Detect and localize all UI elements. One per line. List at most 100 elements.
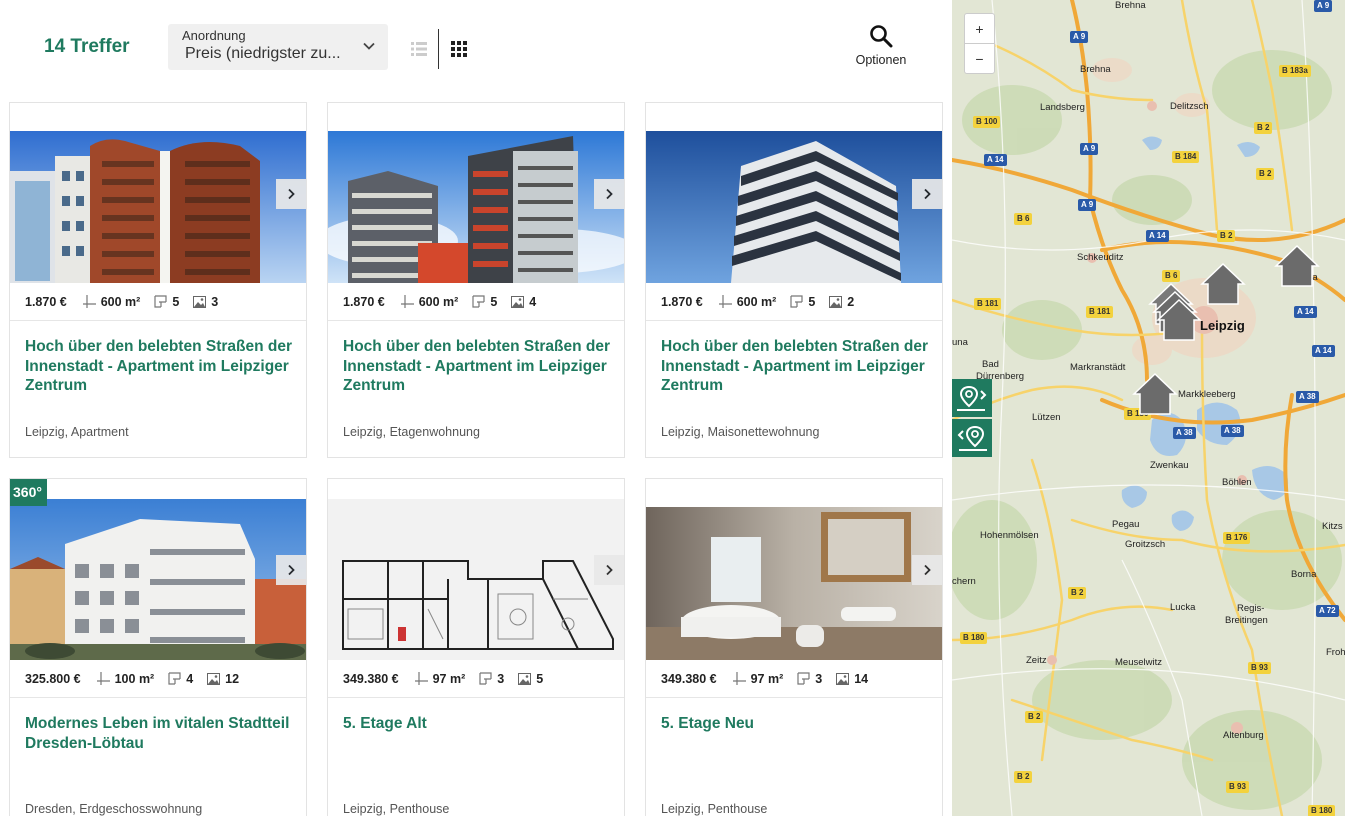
map-road-shield: A 9	[1314, 0, 1333, 12]
listing-photo[interactable]	[10, 499, 306, 660]
rooms-icon	[154, 295, 167, 308]
listing-photo[interactable]	[328, 131, 624, 283]
listing-city: Dresden	[25, 802, 73, 816]
next-image-button[interactable]	[276, 555, 306, 585]
listing-price: 1.870 €	[343, 294, 385, 309]
listing-photo[interactable]	[646, 131, 942, 283]
listing-facts: 325.800 € 100 m² 4 12	[10, 660, 306, 698]
map-expand-button[interactable]	[952, 379, 992, 417]
listing-title[interactable]: Hoch über den belebten Straßen der Innen…	[25, 337, 295, 396]
search-icon	[870, 25, 893, 48]
map-city-label: Altenburg	[1223, 730, 1264, 741]
view-toggle-divider	[438, 29, 439, 69]
listing-location: Leipzig, Maisonettewohnung	[661, 425, 820, 439]
listing-area: 600 m²	[418, 294, 459, 309]
bathroom-photo	[646, 507, 942, 660]
rooms-icon	[479, 672, 492, 685]
results-count: 14 Treffer	[44, 36, 130, 57]
map-road-shield: B 2	[1217, 230, 1236, 242]
listing-title[interactable]: 5. Etage Neu	[661, 714, 931, 734]
area-icon	[732, 672, 746, 685]
next-image-button[interactable]	[912, 555, 942, 585]
map-city-label: Leipzig	[1200, 318, 1245, 333]
map-city-label: Pegau	[1112, 519, 1140, 530]
listing-card[interactable]: 1.870 € 600 m² 5 4 Hoch über den belebte…	[327, 102, 625, 458]
listing-title[interactable]: Hoch über den belebten Straßen der Innen…	[661, 337, 931, 396]
image-count-icon	[518, 672, 532, 685]
area-icon	[400, 295, 414, 308]
map-zoom-control: + −	[964, 13, 995, 74]
map-city-label: Markranstädt	[1070, 362, 1126, 373]
listing-marker-icon[interactable]	[1132, 372, 1178, 416]
listing-photo[interactable]	[10, 131, 306, 283]
next-image-button[interactable]	[912, 179, 942, 209]
rooms-icon	[168, 672, 181, 685]
next-image-button[interactable]	[594, 179, 624, 209]
listing-type: Erdgeschosswohnung	[79, 802, 203, 816]
map-city-label: Zwenkau	[1150, 460, 1189, 471]
listing-location: Leipzig, Penthouse	[661, 802, 768, 816]
listing-type: Apartment	[70, 425, 129, 439]
listing-type: Etagenwohnung	[389, 425, 480, 439]
listing-title[interactable]: 5. Etage Alt	[343, 714, 613, 734]
listing-image-count: 12	[225, 671, 240, 686]
map-city-label: Delitzsch	[1170, 101, 1209, 112]
list-view-icon[interactable]	[410, 40, 428, 58]
zoom-in-button[interactable]: +	[965, 14, 994, 44]
listing-marker-icon[interactable]	[1156, 298, 1202, 342]
listing-location: Leipzig, Etagenwohnung	[343, 425, 480, 439]
map-expand-icon	[957, 385, 987, 411]
rooms-icon	[790, 295, 803, 308]
next-image-button[interactable]	[276, 179, 306, 209]
map-road-shield: B 181	[974, 298, 1002, 310]
listing-rooms: 4	[186, 671, 194, 686]
listing-facts: 349.380 € 97 m² 3 5	[328, 660, 624, 698]
area-icon	[82, 295, 96, 308]
listing-card[interactable]: 1.870 € 600 m² 5 3 Hoch über den belebte…	[9, 102, 307, 458]
options-label: Optionen	[855, 53, 907, 67]
chevron-down-icon	[363, 42, 375, 50]
chevron-right-icon	[288, 564, 295, 576]
listing-card[interactable]: 1.870 € 600 m² 5 2 Hoch über den belebte…	[645, 102, 943, 458]
results-toolbar: 14 Treffer Anordnung Preis (niedrigster …	[0, 0, 952, 90]
image-count-icon	[829, 295, 843, 308]
next-image-button[interactable]	[594, 555, 624, 585]
map-road-shield: A 14	[984, 154, 1007, 166]
map-city-label: Lucka	[1170, 602, 1196, 613]
map-road-shield: A 38	[1221, 425, 1244, 437]
listing-card[interactable]: 349.380 € 97 m² 3 14 5. Etage Neu Leipzi…	[645, 478, 943, 816]
listing-title[interactable]: Modernes Leben im vitalen Stadtteil Dres…	[25, 714, 295, 753]
listing-facts: 1.870 € 600 m² 5 2	[646, 283, 942, 321]
map-city-label: una	[952, 337, 968, 348]
map-road-shield: A 14	[1312, 345, 1335, 357]
listing-location: Leipzig, Apartment	[25, 425, 129, 439]
image-count-icon	[511, 295, 525, 308]
map-collapse-button[interactable]	[952, 419, 992, 457]
listing-title[interactable]: Hoch über den belebten Straßen der Innen…	[343, 337, 613, 396]
listing-type: Penthouse	[389, 802, 450, 816]
map-road-shield: B 176	[1223, 532, 1251, 544]
listing-marker-icon[interactable]	[1274, 244, 1320, 288]
listing-rooms: 5	[172, 294, 180, 309]
map-city-label: Regis-	[1237, 603, 1265, 614]
listing-card[interactable]: 349.380 € 97 m² 3 5 5. Etage Alt Leipzig…	[327, 478, 625, 816]
listing-photo[interactable]	[646, 507, 942, 660]
image-count-icon	[836, 672, 850, 685]
options-button[interactable]: Optionen	[850, 24, 912, 67]
listing-marker-icon[interactable]	[1200, 262, 1246, 306]
listing-rooms: 5	[490, 294, 498, 309]
listing-rooms: 5	[808, 294, 816, 309]
grid-view-icon[interactable]	[451, 41, 467, 57]
map-road-shield: B 2	[1254, 122, 1273, 134]
map-city-label: Groitzsch	[1125, 539, 1166, 550]
listing-price: 349.380 €	[343, 671, 399, 686]
listing-photo[interactable]	[328, 499, 624, 660]
map-city-label: Kitzs	[1322, 521, 1343, 532]
rooms-icon	[472, 295, 485, 308]
map[interactable]: Brehna Brehna Landsberg Delitzsch Schkeu…	[952, 0, 1345, 816]
zoom-out-button[interactable]: −	[965, 44, 994, 74]
listing-card[interactable]: 360° 325.800 € 100 m² 4 12 Modernes Lebe…	[9, 478, 307, 816]
sort-select[interactable]: Anordnung Preis (niedrigster zu...	[168, 24, 388, 70]
map-city-label: Brehna	[1080, 64, 1111, 75]
map-road-shield: A 9	[1078, 199, 1097, 211]
